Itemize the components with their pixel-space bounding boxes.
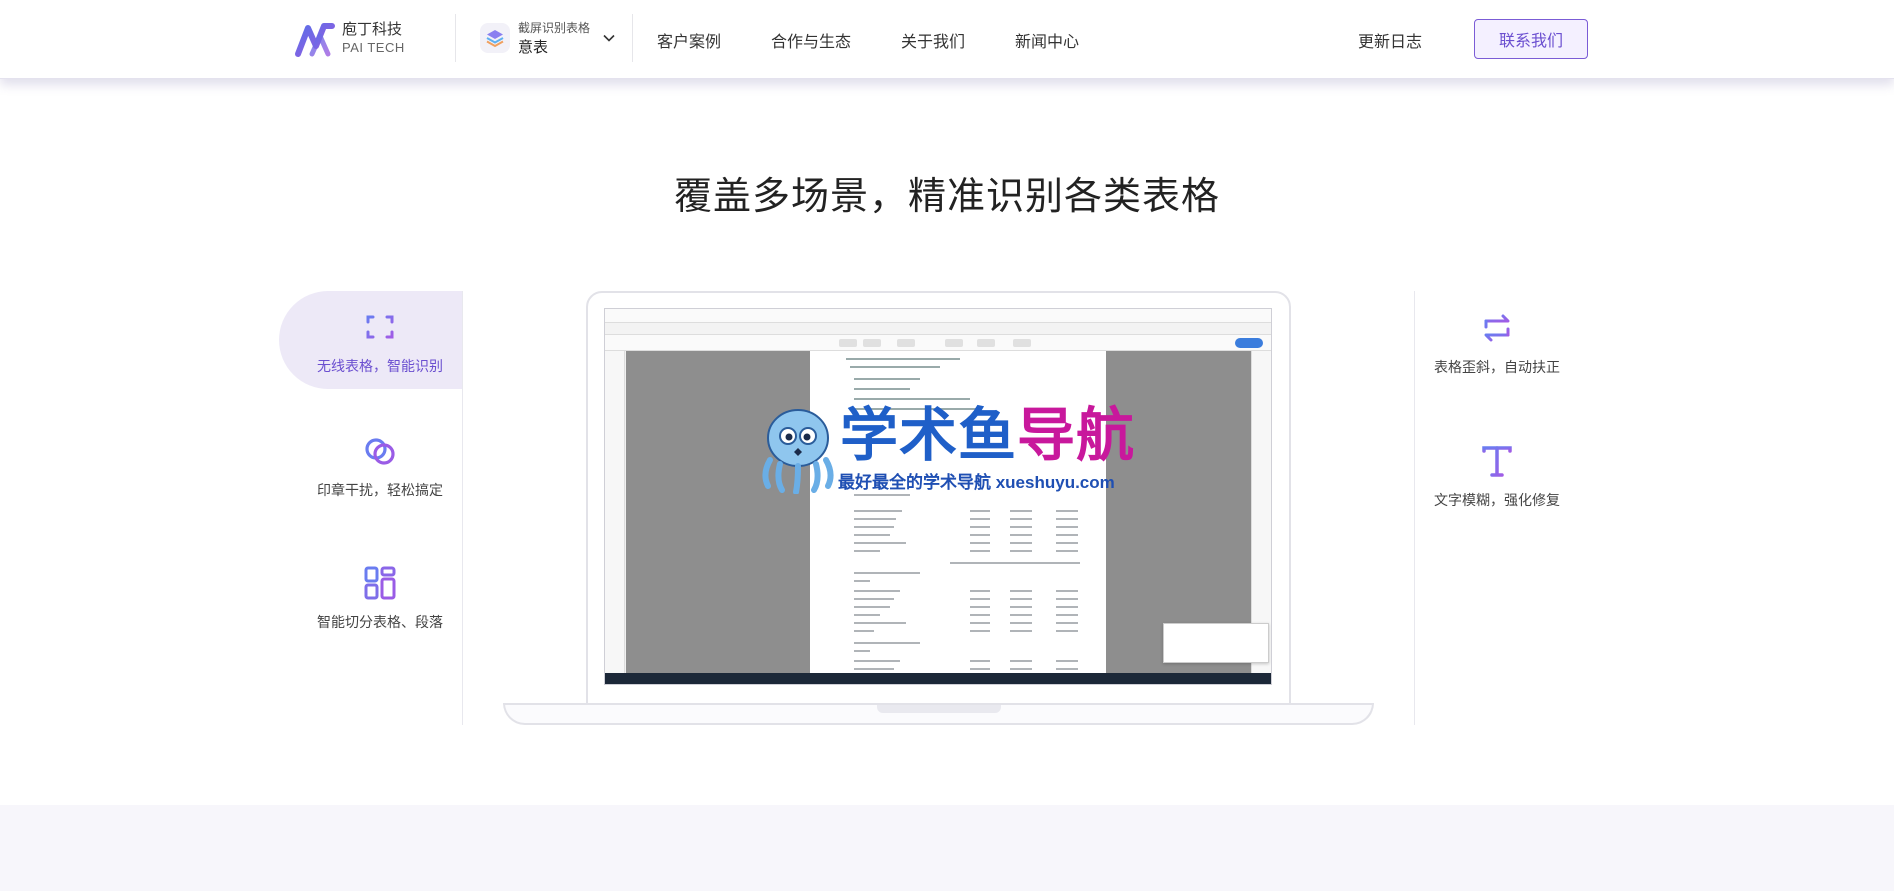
chevron-down-icon — [603, 34, 615, 42]
laptop-notch — [877, 705, 1001, 713]
changelog-link[interactable]: 更新日志 — [1358, 28, 1422, 52]
window-tabbar — [605, 323, 1271, 335]
next-section-band — [0, 805, 1894, 891]
nav-news[interactable]: 新闻中心 — [1015, 28, 1079, 52]
stamp-rings-icon — [365, 438, 395, 465]
top-navbar: 庖丁科技 PAI TECH 截屏识别表格 意表 客户案例 合作与生态 关于我们 … — [0, 0, 1894, 79]
notification-popup — [1163, 623, 1269, 663]
site-watermark: 学术鱼导航 最好最全的学术导航 xueshuyu.com — [756, 402, 1136, 495]
feature-tab-blur[interactable]: 文字模糊，强化修复 — [1420, 442, 1574, 510]
feature-divider — [462, 291, 463, 725]
nav-about[interactable]: 关于我们 — [901, 28, 965, 52]
feature-label: 印章干扰，轻松搞定 — [317, 482, 443, 498]
brand-logo[interactable]: 庖丁科技 PAI TECH — [294, 20, 405, 58]
header-divider — [632, 14, 633, 62]
contact-us-button[interactable]: 联系我们 — [1474, 19, 1588, 59]
feature-label: 表格歪斜，自动扶正 — [1434, 359, 1560, 375]
feature-tab-stamp[interactable]: 印章干扰，轻松搞定 — [296, 432, 464, 500]
feature-tab-skew[interactable]: 表格歪斜，自动扶正 — [1420, 309, 1574, 377]
brand-subname: PAI TECH — [342, 40, 405, 55]
window-titlebar — [605, 309, 1271, 323]
watermark-title: 学术鱼导航 — [840, 403, 1136, 468]
feature-label: 无线表格，智能识别 — [317, 358, 443, 374]
feature-tab-split[interactable]: 智能切分表格、段落 — [296, 564, 464, 632]
watermark-subtitle: 最好最全的学术导航 xueshuyu.com — [838, 473, 1115, 492]
text-t-icon — [1482, 446, 1512, 477]
rotate-correct-icon — [1484, 314, 1510, 342]
product-subtitle: 截屏识别表格 — [518, 21, 591, 35]
product-name: 意表 — [518, 39, 549, 56]
demo-screenshot — [604, 308, 1272, 685]
nav-partners[interactable]: 合作与生态 — [771, 28, 851, 52]
section-title: 覆盖多场景，精准识别各类表格 — [673, 176, 1220, 218]
document-table-preview — [846, 358, 1080, 670]
feature-label: 智能切分表格、段落 — [317, 614, 443, 630]
feature-label: 文字模糊，强化修复 — [1434, 492, 1560, 508]
layers-icon — [480, 23, 510, 53]
feature-divider — [1414, 291, 1415, 725]
brand-name: 庖丁科技 — [342, 21, 403, 38]
header-divider — [455, 14, 456, 62]
feature-tab-wireless-table[interactable]: 无线表格，智能识别 — [296, 308, 464, 376]
pai-logo-icon — [295, 23, 335, 57]
document-page — [810, 351, 1106, 675]
nav-customer-cases[interactable]: 客户案例 — [657, 28, 721, 52]
os-taskbar — [605, 673, 1271, 684]
window-toolbar — [605, 335, 1271, 351]
scan-table-icon — [366, 315, 394, 339]
layout-split-icon — [364, 566, 396, 600]
octopus-mascot-icon — [762, 409, 834, 495]
product-switcher[interactable]: 截屏识别表格 意表 — [480, 19, 616, 57]
